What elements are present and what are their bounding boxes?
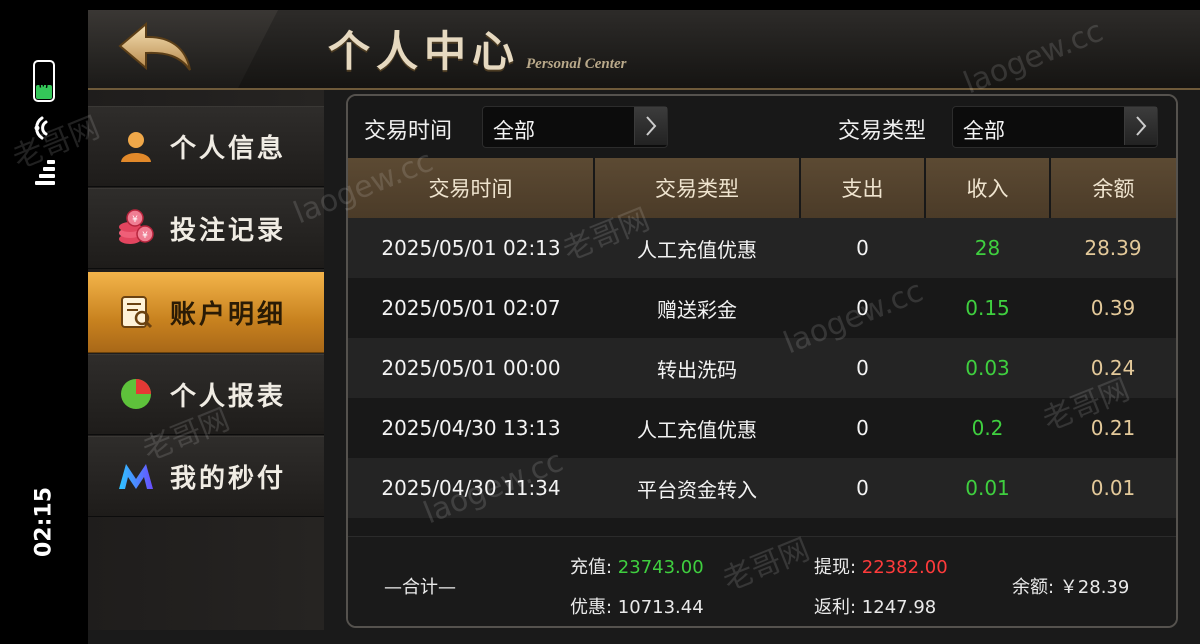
coins-icon: ¥ ¥ <box>116 208 156 248</box>
filter-type-select[interactable]: 全部 <box>952 106 1158 148</box>
cell-expense: 0 <box>800 398 925 458</box>
total-withdraw-value: 22382.00 <box>861 557 948 578</box>
sidebar-item-label: 个人报表 <box>170 381 287 412</box>
sidebar-item-my-quickpay[interactable]: 我的秒付 <box>88 436 324 517</box>
filter-bar: 交易时间 全部 交易类型 全部 <box>348 96 1176 158</box>
table-row[interactable]: 2025/05/01 02:13 人工充值优惠 0 28 28.39 <box>348 218 1176 278</box>
total-recharge-label: 充值: <box>570 557 618 578</box>
total-rebate: 返利: 1247.98 <box>814 593 936 619</box>
cell-expense: 0 <box>800 458 925 518</box>
cell-income: 0.15 <box>925 278 1050 338</box>
chevron-right-icon <box>1124 107 1157 145</box>
cell-income: 0.03 <box>925 338 1050 398</box>
total-withdraw: 提现: 22382.00 <box>814 553 948 579</box>
total-recharge-value: 23743.00 <box>617 557 704 578</box>
svg-text:¥: ¥ <box>132 215 138 225</box>
page-subtitle: Personal Center <box>526 56 627 72</box>
battery-icon: 37 <box>33 60 55 102</box>
transactions-table: 交易时间 交易类型 支出 收入 余额 2025/05/01 02:13 人工充值… <box>348 158 1176 578</box>
sidebar-item-bet-records[interactable]: ¥ ¥ 投注记录 <box>88 188 324 269</box>
ledger-icon <box>116 292 156 332</box>
total-rebate-label: 返利: <box>814 597 862 618</box>
totals-label: —合计— <box>384 577 456 598</box>
total-rebate-value: 1247.98 <box>861 597 937 618</box>
sidebar-item-account-details[interactable]: 账户明细 <box>88 272 324 353</box>
total-balance: 余额: ￥28.39 <box>1012 573 1129 599</box>
pie-chart-icon <box>116 374 156 414</box>
account-details-panel: 交易时间 全部 交易类型 全部 交易时间 交易类型 支出 收入 余额 2025/… <box>346 94 1178 628</box>
cell-type: 平台资金转入 <box>594 458 800 518</box>
filter-time-label: 交易时间 <box>364 119 453 144</box>
status-clock: 02:15 <box>31 486 57 558</box>
back-arrow-icon[interactable] <box>116 20 196 76</box>
total-bonus: 优惠: 10713.44 <box>570 593 704 619</box>
total-balance-label: 余额: <box>1012 577 1060 598</box>
totals-bar: —合计— 充值: 23743.00 优惠: 10713.44 提现: 22382… <box>348 536 1176 626</box>
app-window: 个人中心 Personal Center 个人信息 ¥ ¥ 投注记录 账户明细 … <box>88 10 1200 644</box>
cell-time: 2025/05/01 00:00 <box>348 338 594 398</box>
chevron-right-icon <box>634 107 667 145</box>
sidebar-item-label: 我的秒付 <box>170 463 287 494</box>
cell-time: 2025/04/30 13:13 <box>348 398 594 458</box>
sidebar-item-label: 投注记录 <box>170 215 287 246</box>
cell-balance: 28.39 <box>1050 218 1176 278</box>
sidebar-item-personal-info[interactable]: 个人信息 <box>88 106 324 187</box>
wifi-icon <box>34 116 48 140</box>
column-header-time: 交易时间 <box>348 158 594 218</box>
filter-time-value: 全部 <box>493 119 535 143</box>
total-balance-value: ￥28.39 <box>1059 577 1130 598</box>
svg-text:¥: ¥ <box>142 231 148 241</box>
cell-expense: 0 <box>800 338 925 398</box>
table-row[interactable]: 2025/04/30 11:34 平台资金转入 0 0.01 0.01 <box>348 458 1176 518</box>
m-logo-icon <box>116 456 156 496</box>
cell-time: 2025/05/01 02:13 <box>348 218 594 278</box>
page-title: 个人中心 <box>328 27 521 76</box>
filter-type-value: 全部 <box>963 119 1005 143</box>
device-status-bar: 37 02:15 <box>0 0 88 644</box>
total-recharge: 充值: 23743.00 <box>570 553 704 579</box>
battery-level: 37 <box>37 73 51 89</box>
cell-income: 0.01 <box>925 458 1050 518</box>
cell-balance: 0.21 <box>1050 398 1176 458</box>
table-row[interactable]: 2025/05/01 00:00 转出洗码 0 0.03 0.24 <box>348 338 1176 398</box>
cell-expense: 0 <box>800 218 925 278</box>
cell-type: 赠送彩金 <box>594 278 800 338</box>
page-header: 个人中心 Personal Center <box>88 10 1200 90</box>
cell-type: 人工充值优惠 <box>594 218 800 278</box>
column-header-balance: 余额 <box>1049 158 1176 218</box>
column-header-expense: 支出 <box>799 158 925 218</box>
sidebar-item-label: 账户明细 <box>170 299 287 330</box>
cell-type: 转出洗码 <box>594 338 800 398</box>
cell-type: 人工充值优惠 <box>594 398 800 458</box>
total-bonus-value: 10713.44 <box>617 597 704 618</box>
cell-time: 2025/05/01 02:07 <box>348 278 594 338</box>
cell-balance: 0.39 <box>1050 278 1176 338</box>
total-withdraw-label: 提现: <box>814 557 862 578</box>
cell-balance: 0.01 <box>1050 458 1176 518</box>
sidebar-item-label: 个人信息 <box>170 133 287 164</box>
total-bonus-label: 优惠: <box>570 597 618 618</box>
cell-balance: 0.24 <box>1050 338 1176 398</box>
cell-expense: 0 <box>800 278 925 338</box>
filter-type-label: 交易类型 <box>838 119 927 144</box>
person-icon <box>116 126 156 166</box>
cell-income: 28 <box>925 218 1050 278</box>
table-row[interactable]: 2025/05/01 02:07 赠送彩金 0 0.15 0.39 <box>348 278 1176 338</box>
sidebar: 个人信息 ¥ ¥ 投注记录 账户明细 个人报表 我的秒付 <box>88 90 324 630</box>
cellular-signal-icon <box>35 160 55 185</box>
column-header-type: 交易类型 <box>593 158 800 218</box>
sidebar-item-personal-report[interactable]: 个人报表 <box>88 354 324 435</box>
cell-income: 0.2 <box>925 398 1050 458</box>
table-row[interactable]: 2025/04/30 13:13 人工充值优惠 0 0.2 0.21 <box>348 398 1176 458</box>
table-header-row: 交易时间 交易类型 支出 收入 余额 <box>348 158 1176 218</box>
filter-time-select[interactable]: 全部 <box>482 106 668 148</box>
cell-time: 2025/04/30 11:34 <box>348 458 594 518</box>
column-header-income: 收入 <box>924 158 1050 218</box>
